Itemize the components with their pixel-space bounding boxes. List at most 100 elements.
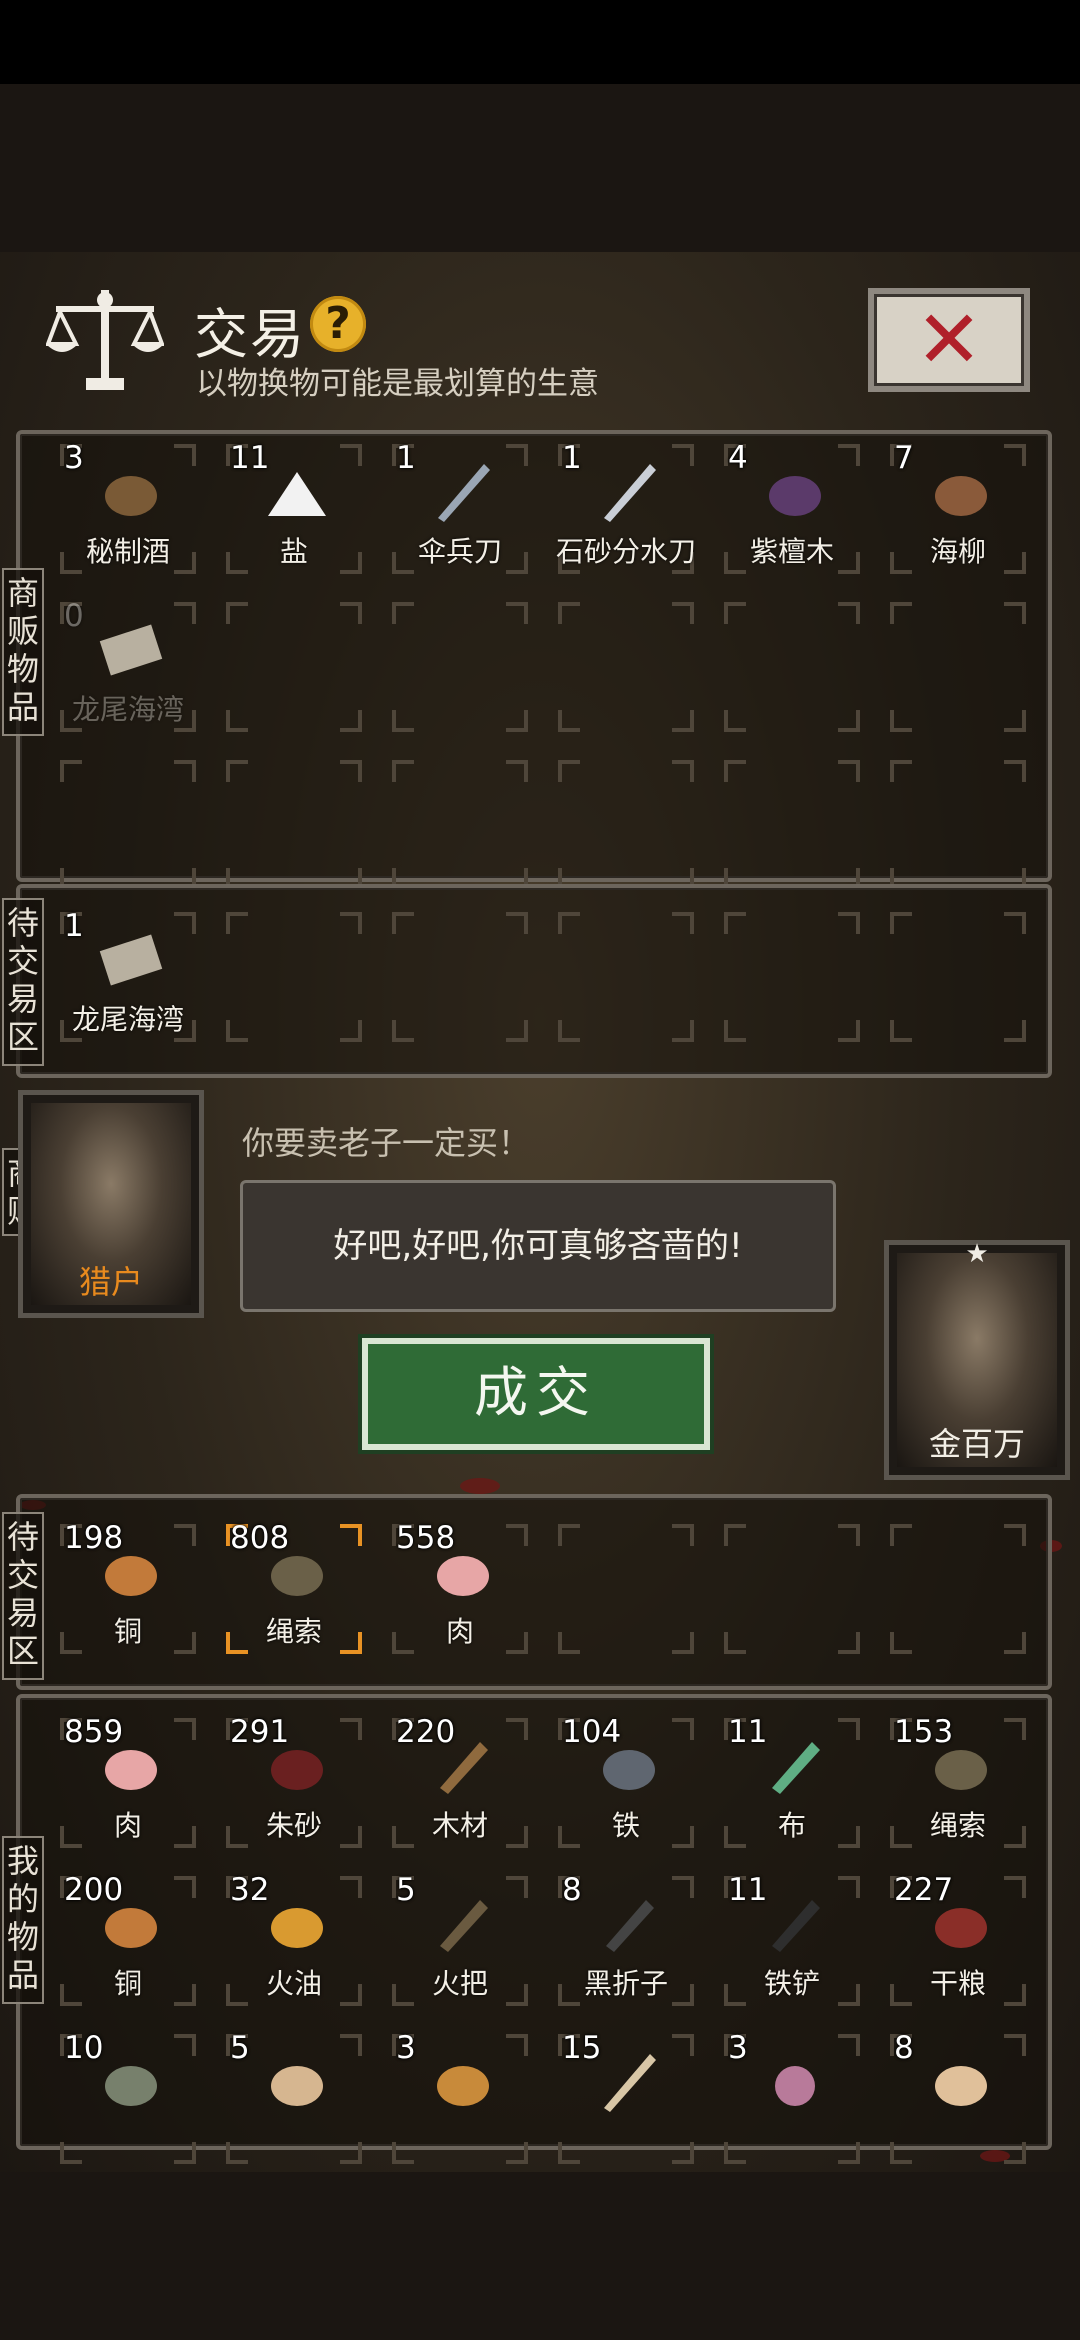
empty-slot	[384, 596, 536, 738]
slot-corner	[672, 760, 694, 782]
item-slot[interactable]: 198 铜	[52, 1518, 204, 1660]
item-slot[interactable]: 1 石砂分水刀	[550, 438, 702, 580]
close-button[interactable]: ✕	[868, 288, 1030, 392]
item-slot[interactable]: 11 盐	[218, 438, 370, 580]
empty-slot	[218, 754, 370, 896]
slot-corner	[890, 1020, 912, 1042]
item-slot[interactable]: 0 龙尾海湾	[52, 596, 204, 738]
item-slot[interactable]: 200 铜	[52, 1870, 204, 2012]
slot-corner	[672, 710, 694, 732]
slot-corner	[838, 710, 860, 732]
empty-slot	[218, 906, 370, 1048]
item-slot[interactable]: 859 肉	[52, 1712, 204, 1854]
slot-corner	[890, 602, 912, 624]
rosewood-icon	[769, 476, 821, 516]
slot-corner	[724, 1632, 746, 1654]
pearl-icon	[775, 2066, 815, 2106]
slot-corner	[838, 444, 860, 466]
item-count: 1	[562, 440, 582, 476]
item-slot[interactable]: 227 干粮	[882, 1870, 1034, 2012]
slot-corner	[838, 602, 860, 624]
slot-corner	[672, 444, 694, 466]
item-name: 紫檀木	[749, 535, 834, 568]
help-icon[interactable]: ?	[310, 296, 366, 352]
item-slot[interactable]: 220 木材	[384, 1712, 536, 1854]
item-slot[interactable]: 3 秘制酒	[52, 438, 204, 580]
slot-corner	[672, 1632, 694, 1654]
slot-corner	[890, 1524, 912, 1546]
item-name: 石砂分水刀	[555, 535, 696, 568]
item-count: 3	[64, 440, 84, 476]
slot-corner	[890, 1632, 912, 1654]
slot-corner	[506, 710, 528, 732]
item-slot[interactable]: 3	[716, 2028, 868, 2170]
item-slot[interactable]: 291 朱砂	[218, 1712, 370, 1854]
empty-slot	[882, 596, 1034, 738]
empty-slot	[52, 754, 204, 896]
pickaxe-icon	[606, 1900, 654, 1952]
item-slot[interactable]: 8 黑折子	[550, 1870, 702, 2012]
item-slot[interactable]: 8	[882, 2028, 1034, 2170]
slot-corner	[60, 760, 82, 782]
item-name: 龙尾海湾	[71, 1003, 184, 1036]
item-slot[interactable]: 15	[550, 2028, 702, 2170]
item-name: 伞兵刀	[417, 535, 502, 568]
item-slot[interactable]: 1 龙尾海湾	[52, 906, 204, 1048]
slot-corner	[838, 760, 860, 782]
wine-jar-icon	[105, 476, 157, 516]
bone-claw-icon	[935, 2066, 987, 2106]
item-count: 291	[230, 1714, 290, 1750]
slot-corner	[392, 1020, 414, 1042]
slot-corner	[392, 2142, 414, 2164]
empty-slot	[550, 596, 702, 738]
item-slot[interactable]: 32 火油	[218, 1870, 370, 2012]
slot-corner	[890, 912, 912, 934]
item-slot[interactable]: 11 铁铲	[716, 1870, 868, 2012]
deal-button[interactable]: 成交	[362, 1338, 710, 1450]
item-slot[interactable]: 4 紫檀木	[716, 438, 868, 580]
slot-corner	[890, 760, 912, 782]
slot-corner	[506, 760, 528, 782]
item-slot[interactable]: 104 铁	[550, 1712, 702, 1854]
empty-slot	[218, 596, 370, 738]
my-pending-label: 待交易区	[2, 1512, 44, 1680]
slot-corner	[340, 2142, 362, 2164]
item-count: 0	[64, 598, 84, 634]
item-count: 859	[64, 1714, 124, 1750]
item-name: 海柳	[929, 535, 986, 568]
item-name: 铁	[611, 1809, 640, 1842]
item-slot[interactable]: 5	[218, 2028, 370, 2170]
item-slot[interactable]: 11 布	[716, 1712, 868, 1854]
item-slot[interactable]: 7 海柳	[882, 438, 1034, 580]
item-slot[interactable]: 5 火把	[384, 1870, 536, 2012]
slot-corner	[226, 1020, 248, 1042]
map-icon	[99, 624, 163, 676]
slot-corner	[340, 912, 362, 934]
status-bar	[0, 0, 1080, 84]
item-slot[interactable]: 808 绳索	[218, 1518, 370, 1660]
item-slot[interactable]: 1 伞兵刀	[384, 438, 536, 580]
slot-corner	[838, 2034, 860, 2056]
claw-icon	[271, 2066, 323, 2106]
slot-corner	[558, 2142, 580, 2164]
slot-corner	[672, 1020, 694, 1042]
empty-slot	[882, 1518, 1034, 1660]
item-slot[interactable]: 558 肉	[384, 1518, 536, 1660]
knife-icon	[604, 464, 656, 522]
player-rank-star: ★	[965, 1239, 989, 1269]
cloth-icon	[772, 1742, 820, 1794]
slot-corner	[1004, 1632, 1026, 1654]
item-slot[interactable]: 3	[384, 2028, 536, 2170]
empty-slot	[550, 906, 702, 1048]
slot-corner	[890, 710, 912, 732]
slot-corner	[340, 1020, 362, 1042]
item-count: 104	[562, 1714, 622, 1750]
slot-corner	[1004, 1524, 1026, 1546]
item-slot[interactable]: 153 绳索	[882, 1712, 1034, 1854]
slot-corner	[558, 1632, 580, 1654]
empty-slot	[716, 596, 868, 738]
item-slot[interactable]: 10	[52, 2028, 204, 2170]
blood-splatter	[460, 1478, 500, 1494]
top-letterbox	[0, 84, 1080, 252]
item-name: 绳索	[265, 1615, 322, 1648]
